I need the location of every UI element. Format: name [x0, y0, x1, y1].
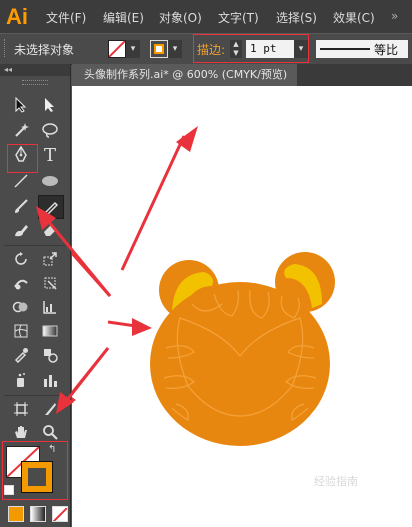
magic-wand-icon [15, 123, 29, 137]
app-logo: Ai [6, 4, 28, 29]
menu-type[interactable]: 文字(T) [218, 9, 259, 26]
pencil-tool[interactable] [38, 195, 64, 219]
toolbox-collapse-button[interactable]: ◂◂ [0, 64, 70, 76]
zoom-tool[interactable] [38, 421, 62, 443]
free-transform-tool[interactable] [38, 272, 62, 294]
eraser-icon [44, 225, 56, 236]
eyedropper-tool[interactable] [9, 344, 33, 366]
watermark-text: 经验指南 [314, 475, 358, 488]
color-swatch-highlight [2, 441, 68, 500]
menu-file[interactable]: 文件(F) [46, 9, 86, 26]
symbol-sprayer-tool[interactable] [9, 369, 33, 391]
artboard-tool[interactable] [9, 398, 33, 420]
tiger-face [150, 282, 330, 446]
free-transform-icon [44, 277, 57, 290]
shape-builder-icon [12, 301, 28, 313]
direct-selection-icon [45, 98, 54, 112]
arrowhead-icon [132, 318, 152, 336]
toolbox-divider [4, 395, 66, 396]
column-graph-icon [44, 375, 57, 387]
paintbrush-tool[interactable] [9, 195, 33, 217]
direct-selection-tool[interactable] [38, 94, 62, 116]
gradient-icon [42, 325, 58, 337]
menu-more-icon[interactable]: » [391, 9, 398, 23]
stroke-highlight-box [193, 34, 309, 63]
ellipse-tool[interactable] [38, 170, 62, 192]
selection-tool[interactable] [9, 94, 33, 116]
arrow-to-pen-tool [72, 250, 112, 297]
arrow-to-artwork [107, 320, 137, 328]
graph-tool[interactable] [38, 296, 62, 318]
document-tab-bar: 头像制作系列.ai* @ 600% (CMYK/预览) [72, 64, 412, 86]
shape-builder-tool[interactable] [9, 296, 33, 318]
eyedropper-icon [14, 348, 28, 363]
artboard-icon [14, 402, 28, 416]
symbol-sprayer-icon [17, 373, 25, 387]
hand-icon [15, 426, 27, 438]
lasso-icon [42, 123, 58, 138]
pencil-icon [43, 201, 59, 215]
rotate-icon [15, 252, 27, 265]
type-tool[interactable]: T [38, 144, 62, 166]
none-icon [53, 507, 67, 521]
column-graph-tool[interactable] [38, 369, 62, 391]
fill-swatch[interactable] [108, 40, 126, 58]
eraser-tool[interactable] [38, 219, 62, 241]
slice-tool[interactable] [38, 398, 62, 420]
tiger-head-artwork [72, 126, 335, 446]
pen-tool-highlight [7, 144, 38, 173]
arrow-to-stroke-panel [120, 135, 186, 271]
no-fill-icon [108, 40, 126, 58]
line-icon [14, 174, 28, 188]
ellipse-icon [42, 176, 58, 186]
zoom-icon [43, 425, 58, 440]
control-bar: 未选择对象 ▾ ▾ 描边: ▲ ▼ 1 pt ▾ 等比 [0, 33, 412, 65]
blend-tool[interactable] [38, 344, 62, 366]
mesh-icon [14, 324, 28, 338]
gradient-mode-button[interactable] [30, 506, 46, 522]
none-mode-button[interactable] [52, 506, 68, 522]
paintbrush-icon [15, 199, 28, 213]
toolbox: ◂◂ T ↰ [0, 64, 71, 527]
warp-icon [14, 279, 28, 290]
blob-brush-icon [15, 225, 28, 237]
selection-status: 未选择对象 [14, 43, 75, 57]
warp-tool[interactable] [9, 272, 33, 294]
graph-icon [43, 301, 56, 314]
line-tool[interactable] [9, 170, 33, 192]
menu-bar: Ai 文件(F) 编辑(E) 对象(O) 文字(T) 选择(S) 效果(C) » [0, 0, 412, 33]
slice-icon [45, 403, 56, 415]
profile-label: 等比 [374, 43, 399, 57]
arrow-to-color-swatch [72, 347, 110, 396]
toolbox-divider [4, 245, 66, 246]
lasso-tool[interactable] [38, 119, 62, 141]
blend-icon [44, 349, 58, 363]
stroke-dropdown-arrow[interactable]: ▾ [168, 40, 182, 58]
stroke-swatch[interactable] [150, 40, 168, 58]
rotate-tool[interactable] [9, 248, 33, 270]
mesh-tool[interactable] [9, 320, 33, 342]
scale-icon [43, 252, 57, 266]
menu-effect[interactable]: 效果(C) [333, 9, 375, 26]
fill-dropdown-arrow[interactable]: ▾ [126, 40, 140, 58]
artboard-canvas[interactable] [72, 86, 412, 527]
selection-arrow-icon [15, 97, 27, 113]
document-tab[interactable]: 头像制作系列.ai* @ 600% (CMYK/预览) [72, 64, 298, 86]
gradient-tool[interactable] [38, 320, 62, 342]
type-icon: T [43, 144, 56, 166]
grip-icon [4, 39, 8, 57]
blob-brush-tool[interactable] [9, 219, 33, 241]
document-tab-title: 头像制作系列.ai* @ 600% (CMYK/预览) [84, 68, 288, 81]
profile-line-icon [320, 48, 370, 50]
variable-width-profile[interactable]: 等比 [316, 40, 408, 58]
scale-tool[interactable] [38, 248, 62, 270]
hand-tool[interactable] [9, 421, 33, 443]
menu-object[interactable]: 对象(O) [159, 9, 202, 26]
menu-select[interactable]: 选择(S) [276, 9, 317, 26]
magic-wand-tool[interactable] [9, 119, 33, 141]
color-mode-button[interactable] [8, 506, 24, 522]
toolbox-grip-icon [22, 80, 48, 85]
stroke-square-icon [154, 44, 164, 54]
menu-edit[interactable]: 编辑(E) [103, 9, 144, 26]
